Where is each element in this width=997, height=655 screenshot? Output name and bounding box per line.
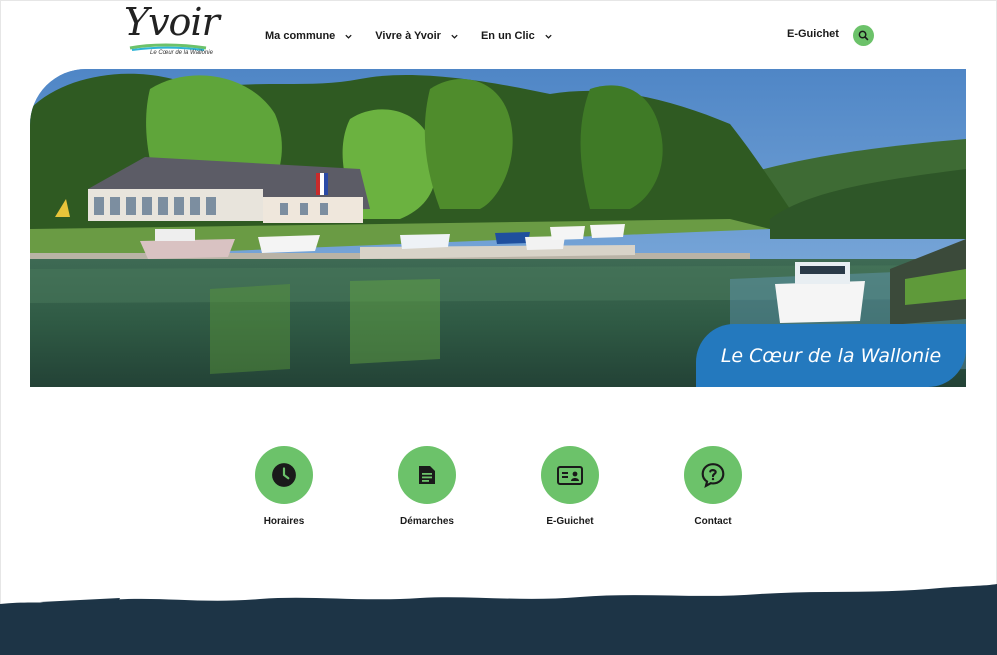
main-nav: Ma commune Vivre à Yvoir En un Clic: [265, 26, 575, 46]
header-eguichet-link[interactable]: E-Guichet: [787, 28, 839, 40]
quick-link-label: Horaires: [263, 516, 305, 527]
nav-item-en-un-clic[interactable]: En un Clic: [481, 30, 553, 42]
site-header: Yvoir Le Cœur de la Wallonie Ma commune …: [0, 0, 997, 68]
chevron-down-icon: [345, 34, 352, 39]
quick-links: Horaires Démarches E-Guichet Contact: [0, 446, 997, 536]
document-icon: [419, 466, 435, 484]
quick-link-label: Démarches: [400, 516, 454, 527]
nav-label: Vivre à Yvoir: [375, 30, 441, 42]
site-logo[interactable]: Yvoir Le Cœur de la Wallonie: [120, 0, 220, 62]
footer-brush-band: [0, 584, 997, 655]
clock-icon: [272, 463, 296, 487]
chevron-down-icon: [545, 34, 552, 39]
quick-link-label: E-Guichet: [546, 516, 594, 527]
search-icon: [858, 30, 869, 41]
search-button[interactable]: [853, 25, 874, 46]
logo-wordmark: Yvoir: [124, 0, 220, 44]
nav-item-vivre-a-yvoir[interactable]: Vivre à Yvoir: [375, 30, 459, 42]
quick-link-contact[interactable]: Contact: [653, 446, 773, 527]
quick-link-circle: [541, 446, 599, 504]
hero-caption-badge: Le Cœur de la Wallonie: [696, 324, 966, 387]
nav-item-ma-commune[interactable]: Ma commune: [265, 30, 353, 42]
chevron-down-icon: [451, 34, 458, 39]
nav-label: Ma commune: [265, 30, 336, 42]
id-card-icon: [557, 466, 583, 485]
hero-banner: Le Cœur de la Wallonie: [30, 69, 966, 387]
quick-link-label: Contact: [694, 516, 732, 527]
hero-caption-text: Le Cœur de la Wallonie: [720, 344, 942, 367]
quick-link-circle: [398, 446, 456, 504]
quick-link-demarches[interactable]: Démarches: [367, 446, 487, 527]
nav-label: En un Clic: [480, 30, 535, 42]
quick-link-eguichet[interactable]: E-Guichet: [510, 446, 630, 527]
question-bubble-icon: [701, 463, 725, 488]
logo-tagline: Le Cœur de la Wallonie: [150, 50, 213, 56]
quick-link-circle: [684, 446, 742, 504]
quick-link-circle: [255, 446, 313, 504]
quick-link-horaires[interactable]: Horaires: [224, 446, 344, 527]
